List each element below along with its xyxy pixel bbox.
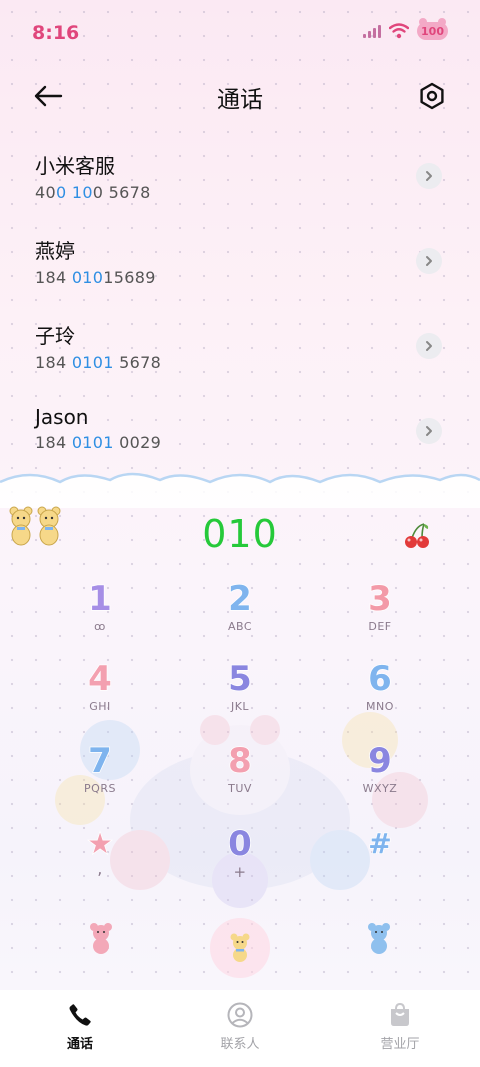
key-digit: 7 — [87, 741, 112, 781]
dialed-number-display[interactable]: 010 — [0, 512, 480, 556]
contact-detail-button[interactable] — [416, 418, 442, 444]
key-3[interactable]: 3 DEF — [320, 579, 440, 650]
contact-row[interactable]: 燕婷 184 01015689 — [0, 225, 480, 310]
status-time: 8:16 — [32, 22, 80, 44]
tab-label: 营业厅 — [380, 1037, 420, 1052]
key-letters: WXYZ — [362, 782, 398, 795]
key-letters: DEF — [368, 620, 392, 633]
key-star[interactable]: ★ , — [40, 825, 160, 895]
key-hash[interactable]: # — [320, 825, 440, 895]
contact-name: 子玲 — [35, 324, 75, 348]
cloud-divider — [0, 472, 480, 508]
key-digit: 8 — [227, 741, 252, 781]
chevron-right-icon — [426, 426, 432, 436]
key-8[interactable]: 8 TUV — [180, 741, 300, 812]
wifi-icon — [389, 23, 410, 39]
settings-button[interactable] — [414, 78, 450, 114]
signal-icon — [363, 24, 382, 38]
contact-number: 184 01015689 — [35, 268, 156, 287]
person-icon — [227, 1002, 253, 1028]
contact-row[interactable]: 子玲 184 0101 5678 — [0, 310, 480, 395]
key-digit: 5 — [227, 659, 252, 699]
key-digit: 0 — [227, 824, 252, 864]
key-6[interactable]: 6 MNO — [320, 659, 440, 730]
tab-label: 联系人 — [220, 1037, 260, 1052]
battery-icon: 100 — [417, 18, 448, 40]
tab-contacts[interactable]: 联系人 — [160, 990, 320, 1067]
key-digit: 2 — [227, 579, 252, 619]
contact-name: 小米客服 — [35, 154, 115, 178]
sim-call-blue-bear-icon[interactable] — [366, 922, 392, 954]
voicemail-icon: ꝏ — [94, 620, 106, 633]
yellow-bear-call-icon — [230, 933, 250, 962]
contact-suggestion-list: 小米客服 400 100 5678 燕婷 184 01015689 子玲 184… — [0, 140, 480, 480]
star-icon: ★ — [87, 826, 114, 861]
key-letters: MNO — [366, 700, 394, 713]
call-button[interactable] — [210, 918, 270, 978]
contact-detail-button[interactable] — [416, 163, 442, 189]
phone-icon — [69, 1004, 91, 1026]
tab-label: 通话 — [66, 1037, 93, 1052]
contact-name: 燕婷 — [35, 239, 75, 263]
key-digit: # — [368, 826, 393, 861]
key-letters: GHI — [89, 700, 111, 713]
key-letters: TUV — [228, 782, 252, 795]
key-digit: 6 — [367, 659, 392, 699]
tab-store[interactable]: 营业厅 — [320, 990, 480, 1067]
contact-name: Jason — [35, 405, 89, 429]
chevron-right-icon — [426, 171, 432, 181]
key-digit: 4 — [87, 659, 112, 699]
key-digit: 9 — [367, 741, 392, 781]
key-4[interactable]: 4 GHI — [40, 659, 160, 730]
key-letters: , — [97, 859, 103, 878]
call-row — [0, 918, 480, 982]
chevron-right-icon — [426, 256, 432, 266]
key-9[interactable]: 9 WXYZ — [320, 741, 440, 812]
shopping-bag-icon — [391, 1002, 409, 1026]
bottom-navigation: 通话 联系人 营业厅 — [0, 990, 480, 1067]
key-digit: 1 — [87, 579, 112, 619]
contact-number: 400 100 5678 — [35, 183, 151, 202]
settings-hexagon-icon — [420, 82, 444, 110]
contact-number: 184 0101 0029 — [35, 433, 162, 452]
key-letters: PQRS — [84, 782, 116, 795]
key-digit: 3 — [367, 579, 392, 619]
sim-call-pink-bear-icon[interactable] — [88, 922, 114, 954]
key-letters: ABC — [227, 620, 253, 633]
key-2[interactable]: 2 ABC — [180, 579, 300, 650]
tab-calls[interactable]: 通话 — [0, 990, 160, 1067]
contact-row[interactable]: 小米客服 400 100 5678 — [0, 140, 480, 225]
contact-detail-button[interactable] — [416, 248, 442, 274]
contact-detail-button[interactable] — [416, 333, 442, 359]
contact-number: 184 0101 5678 — [35, 353, 162, 372]
status-bar: 8:16 100 — [0, 0, 480, 68]
key-letters: JKL — [230, 700, 250, 713]
status-icons: 100 — [363, 18, 448, 40]
key-1[interactable]: 1 ꝏ — [40, 579, 160, 650]
key-5[interactable]: 5 JKL — [180, 659, 300, 730]
key-0[interactable]: 0 + — [180, 824, 300, 895]
key-7[interactable]: 7 PQRS — [40, 741, 160, 812]
chevron-right-icon — [426, 341, 432, 351]
page-title: 通话 — [217, 87, 263, 113]
key-letters: + — [233, 863, 247, 881]
header: 通话 — [0, 68, 480, 122]
